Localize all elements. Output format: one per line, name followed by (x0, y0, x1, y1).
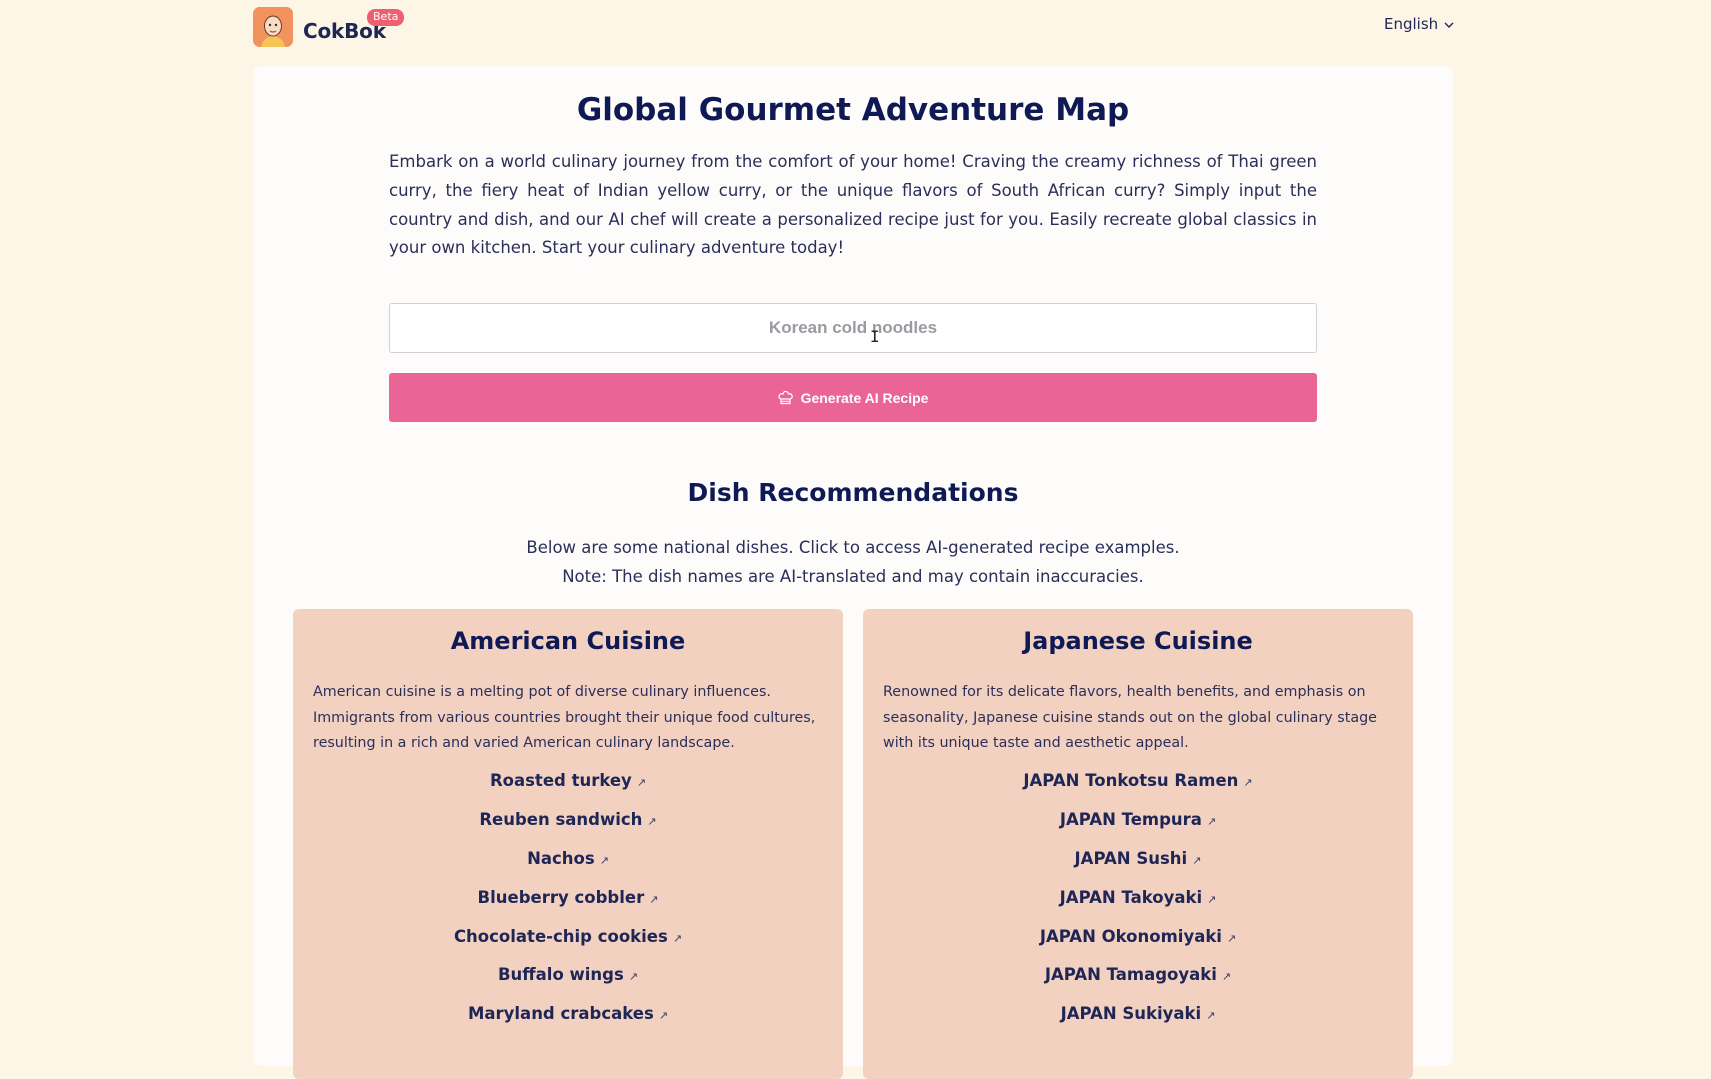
external-link-icon: ↗ (1192, 853, 1202, 867)
recommendations-line-1: Below are some national dishes. Click to… (526, 538, 1180, 557)
cuisine-card-japanese: Japanese Cuisine Renowned for its delica… (863, 609, 1413, 1079)
external-link-icon: ↗ (1206, 814, 1217, 828)
dish-list: Roasted turkey ↗ Reuben sandwich ↗ Nachos ↗… (293, 771, 843, 1043)
external-link-icon: ↗ (672, 931, 683, 945)
page-title: Global Gourmet Adventure Map (576, 92, 1130, 128)
dish-name: JAPAN Tonkotsu Ramen (1023, 771, 1239, 790)
beta-badge: Beta (367, 9, 405, 26)
dish-name: JAPAN Takoyaki (1059, 887, 1203, 907)
dish-name: JAPAN Sushi (1074, 848, 1188, 868)
external-link-icon: ↗ (1206, 1009, 1216, 1023)
external-link-icon: ↗ (647, 814, 657, 828)
dish-link[interactable]: JAPAN Tempura ↗ (863, 810, 1413, 849)
brand-logo[interactable]: CokBok Beta (253, 7, 405, 47)
chef-hat-icon (777, 390, 793, 404)
dish-link[interactable]: JAPAN Tamagoyaki ↗ (863, 965, 1413, 1004)
cuisine-description: Renowned for its delicate flavors, healt… (883, 684, 1377, 751)
top-bar: CokBok Beta English (0, 0, 1711, 60)
recommendations-subtitle: Below are some national dishes. Click to… (253, 533, 1453, 591)
dish-list: JAPAN Tonkotsu Ramen ↗ JAPAN Tempura ↗ JAP… (863, 771, 1413, 1043)
dish-link[interactable]: Chocolate-chip cookies ↗ (293, 927, 843, 966)
external-link-icon: ↗ (1226, 931, 1237, 945)
language-label: English (1384, 15, 1439, 33)
external-link-icon: ↗ (1221, 970, 1232, 984)
generate-recipe-button[interactable]: Generate AI Recipe (389, 373, 1317, 422)
external-link-icon: ↗ (636, 776, 647, 789)
chevron-down-icon (1444, 22, 1454, 28)
external-link-icon: ↗ (599, 853, 609, 867)
chef-avatar-icon (253, 7, 293, 47)
cuisine-title: American Cuisine (450, 627, 686, 655)
external-link-icon: ↗ (628, 970, 639, 984)
dish-link[interactable]: JAPAN Takoyaki ↗ (863, 888, 1413, 927)
dish-name: JAPAN Sukiyaki (1060, 1004, 1202, 1024)
dish-link[interactable]: JAPAN Okonomiyaki ↗ (863, 927, 1413, 966)
main-panel: Global Gourmet Adventure Map Embark on a… (253, 66, 1453, 1079)
dish-link[interactable]: Roasted turkey ↗ (293, 771, 843, 810)
dish-name: JAPAN Tamagoyaki (1044, 965, 1217, 985)
dish-name: Roasted turkey (489, 771, 632, 790)
dish-name: Chocolate-chip cookies (453, 926, 668, 946)
generate-recipe-label: Generate AI Recipe (800, 389, 929, 406)
dish-name: Reuben sandwich (479, 809, 643, 829)
cuisine-card-american: American Cuisine American cuisine is a m… (293, 609, 843, 1079)
dish-link[interactable]: Nachos ↗ (293, 849, 843, 888)
cuisine-description: American cuisine is a melting pot of div… (313, 684, 816, 751)
dish-link[interactable]: JAPAN Tonkotsu Ramen ↗ (863, 771, 1413, 810)
external-link-icon: ↗ (658, 1009, 669, 1023)
cuisine-title: Japanese Cuisine (1023, 627, 1253, 655)
dish-name: JAPAN Okonomiyaki (1039, 926, 1222, 946)
recommendations-title: Dish Recommendations (687, 478, 1019, 507)
external-link-icon: ↗ (649, 892, 659, 906)
dish-name: Maryland crabcakes (467, 1004, 654, 1024)
dish-name: Blueberry cobbler (477, 887, 645, 907)
dish-name: Nachos (527, 848, 595, 868)
external-link-icon: ↗ (1243, 776, 1253, 789)
dish-link[interactable]: JAPAN Sukiyaki ↗ (863, 1004, 1413, 1043)
dish-name: Buffalo wings (497, 965, 624, 985)
dish-search-input[interactable] (389, 303, 1317, 353)
language-selector[interactable]: English (1384, 15, 1454, 33)
dish-link[interactable]: Maryland crabcakes ↗ (293, 1004, 843, 1043)
intro-text: Embark on a world culinary journey from … (389, 152, 1317, 258)
dish-link[interactable]: Buffalo wings ↗ (293, 965, 843, 1004)
dish-link[interactable]: Reuben sandwich ↗ (293, 810, 843, 849)
dish-link[interactable]: JAPAN Sushi ↗ (863, 849, 1413, 888)
recommendations-line-2: Note: The dish names are AI-translated a… (562, 567, 1144, 586)
external-link-icon: ↗ (1207, 892, 1217, 906)
dish-name: JAPAN Tempura (1059, 809, 1202, 829)
dish-link[interactable]: Blueberry cobbler ↗ (293, 888, 843, 927)
